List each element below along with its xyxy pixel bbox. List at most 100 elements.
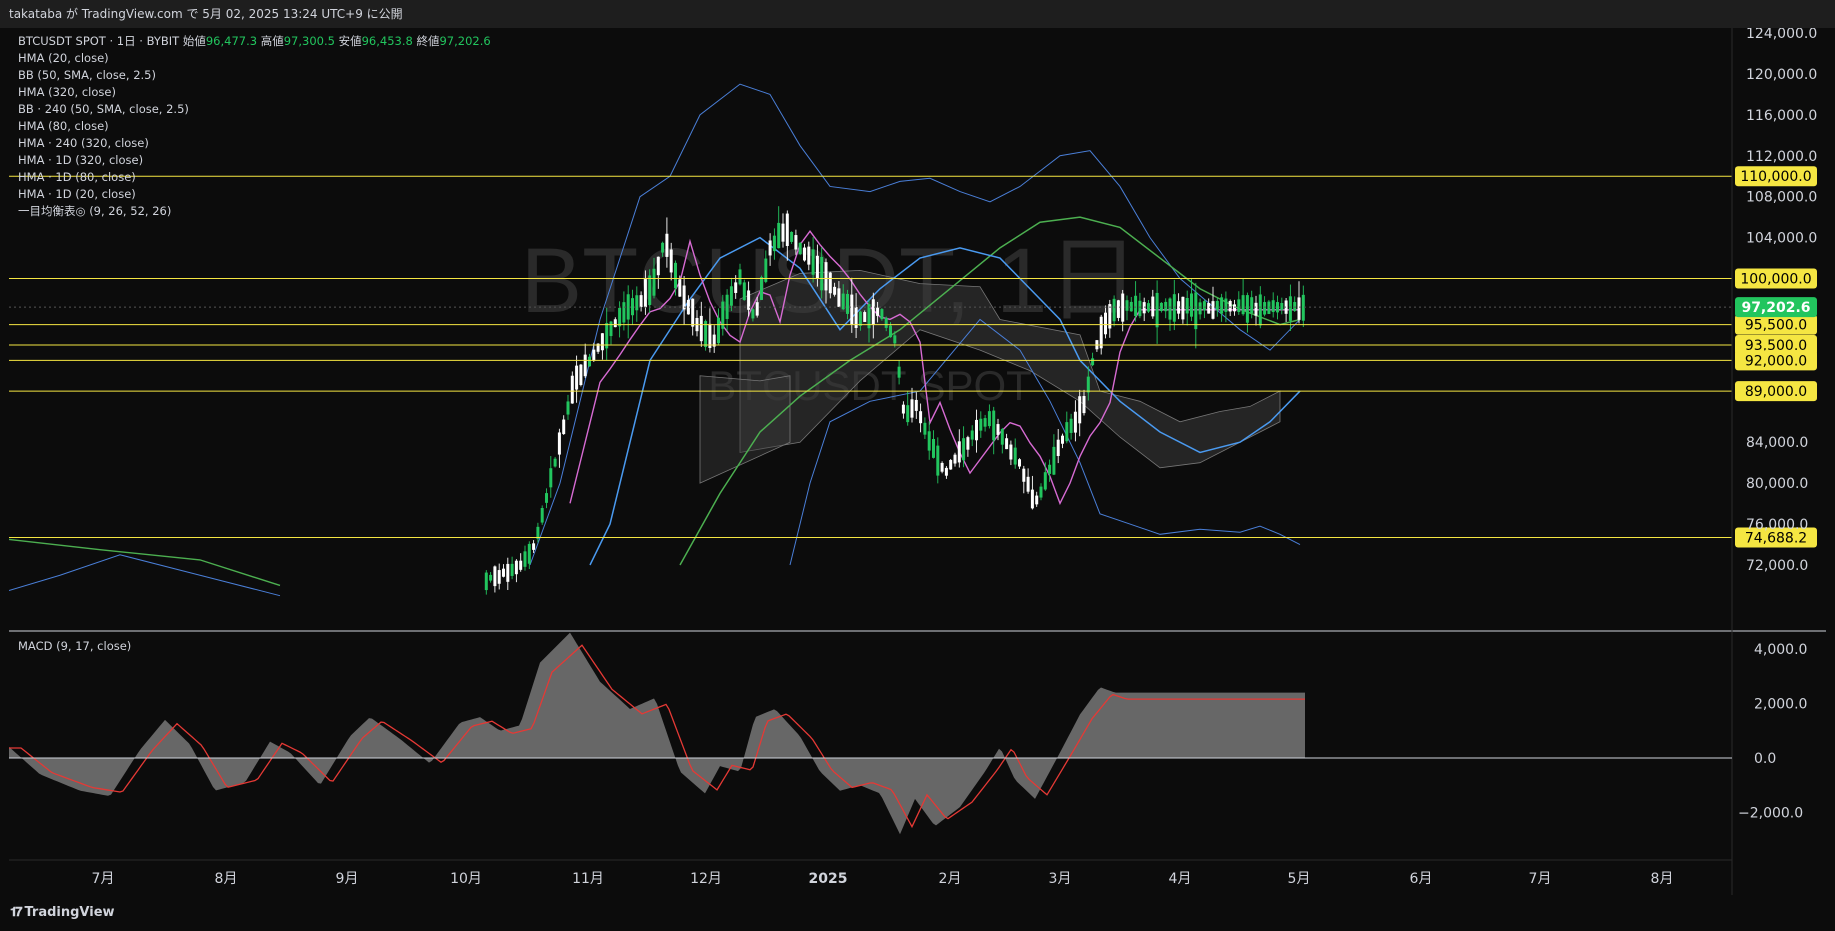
candle-body	[1245, 295, 1249, 323]
candle-body	[811, 249, 815, 275]
candle-body	[622, 302, 626, 323]
candle-body	[549, 468, 553, 488]
candle-body	[502, 568, 505, 577]
candle-body	[906, 405, 910, 423]
time-tick-label: 10月	[450, 871, 482, 887]
candle-body	[1125, 300, 1129, 311]
candle-body	[785, 213, 789, 246]
level-label: 100,000.0	[1740, 272, 1811, 288]
candle-body	[682, 285, 686, 310]
candle-body	[600, 333, 604, 351]
candle-body	[1155, 292, 1159, 328]
candle-body	[729, 286, 733, 306]
candle-body	[1129, 301, 1133, 312]
time-tick-label: 6月	[1410, 871, 1433, 887]
candle-body	[497, 570, 501, 584]
candle-body	[889, 325, 892, 338]
candle-body	[1078, 396, 1082, 424]
candle-body	[1202, 301, 1206, 311]
candle-body	[665, 233, 669, 257]
candle-body	[1254, 302, 1258, 316]
indicator-legend-item[interactable]: HMA · 1D (320, close)	[18, 152, 491, 169]
candle-body	[570, 375, 574, 404]
time-tick-label: 8月	[215, 871, 238, 887]
candle-body	[1030, 489, 1034, 509]
candle-body	[1181, 296, 1185, 320]
candle-body	[940, 462, 944, 472]
last-price-label: 97,202.6	[1741, 300, 1810, 316]
candle-body	[1301, 294, 1305, 321]
candle-body	[1018, 459, 1021, 467]
price-tick-label: 120,000.0	[1746, 67, 1817, 83]
candle-body	[944, 467, 948, 476]
high-value: 97,300.5	[283, 34, 335, 48]
candle-body	[1052, 446, 1056, 475]
candle-body	[970, 430, 974, 440]
candle-body	[790, 231, 794, 242]
price-tick-label: 84,000.0	[1746, 435, 1808, 451]
candle-body	[1250, 297, 1254, 314]
candle-body	[1271, 300, 1275, 313]
candle-body	[1263, 302, 1267, 315]
level-label: 95,500.0	[1745, 318, 1807, 334]
candle-body	[1026, 476, 1030, 492]
candle-body	[824, 262, 828, 291]
candle-body	[884, 317, 888, 328]
candle-body	[742, 282, 746, 301]
candle-body	[932, 438, 935, 458]
candle-body	[1099, 316, 1103, 349]
level-label: 89,000.0	[1745, 384, 1807, 400]
candle-body	[794, 235, 798, 250]
candle-body	[489, 574, 493, 581]
candle-body	[837, 288, 841, 307]
candle-body	[807, 246, 811, 265]
candle-body	[1039, 486, 1043, 498]
candle-body	[527, 543, 531, 564]
candle-body	[484, 572, 488, 591]
tv-logo-icon: 𝟏𝟕	[10, 905, 23, 920]
macd-legend[interactable]: MACD (9, 17, close)	[18, 639, 131, 653]
indicator-legend-item[interactable]: 一目均衡表◎ (9, 26, 52, 26)	[18, 203, 491, 220]
indicator-legend-item[interactable]: HMA (320, close)	[18, 84, 491, 101]
candle-body	[901, 404, 905, 414]
candle-body	[656, 256, 660, 276]
candle-body	[962, 438, 966, 461]
candle-body	[553, 458, 557, 467]
candle-body	[1142, 302, 1146, 314]
candle-body	[880, 309, 884, 320]
candle-body	[1297, 297, 1301, 320]
indicator-legend-item[interactable]: BB · 240 (50, SMA, close, 2.5)	[18, 101, 491, 118]
indicator-legend-item[interactable]: HMA · 1D (20, close)	[18, 186, 491, 203]
candle-body	[987, 411, 991, 427]
tradingview-logo[interactable]: 𝟏𝟕 TradingView	[10, 905, 115, 920]
candle-body	[510, 563, 514, 576]
symbol-label[interactable]: BTCUSDT SPOT · 1日 · BYBIT	[18, 34, 179, 48]
time-tick-label: 12月	[690, 871, 722, 887]
indicator-legend-item[interactable]: BB (50, SMA, close, 2.5)	[18, 67, 491, 84]
candle-body	[927, 431, 931, 451]
ohlc-row[interactable]: BTCUSDT SPOT · 1日 · BYBIT 始値96,477.3 高値9…	[18, 33, 491, 50]
candle-body	[1276, 302, 1279, 313]
candle-body	[566, 401, 570, 415]
candle-body	[1134, 295, 1138, 317]
candle-body	[777, 222, 781, 249]
candle-body	[815, 255, 819, 279]
candle-body	[1061, 435, 1064, 444]
candle-body	[734, 282, 738, 293]
candle-body	[755, 302, 759, 316]
indicator-legend-item[interactable]: HMA (80, close)	[18, 118, 491, 135]
candle-body	[1086, 376, 1090, 393]
candle-body	[1009, 444, 1013, 460]
candle-body	[1116, 300, 1120, 318]
indicator-legend-item[interactable]: HMA (20, close)	[18, 50, 491, 67]
candle-body	[519, 560, 523, 570]
time-tick-label: 8月	[1651, 871, 1674, 887]
candle-body	[652, 268, 656, 296]
candle-body	[575, 365, 579, 390]
candle-body	[592, 349, 596, 361]
candle-body	[1104, 312, 1107, 335]
candle-body	[1005, 438, 1009, 450]
candle-body	[583, 354, 587, 377]
indicator-legend-item[interactable]: HMA · 240 (320, close)	[18, 135, 491, 152]
indicator-legend-item[interactable]: HMA · 1D (80, close)	[18, 169, 491, 186]
